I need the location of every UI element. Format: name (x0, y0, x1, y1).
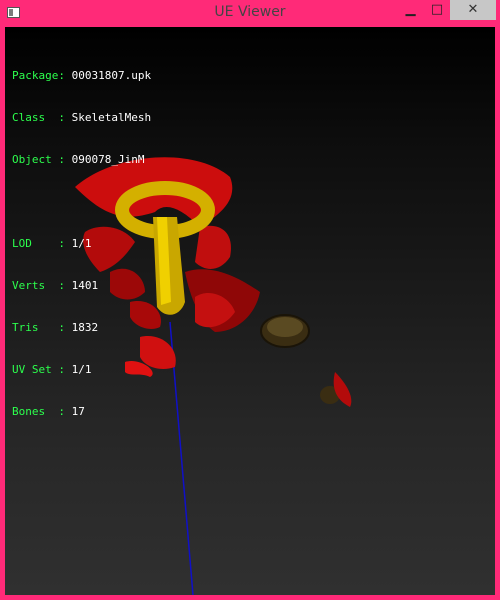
mesh-info-panel: Package: 00031807.upk Class : SkeletalMe… (12, 41, 151, 447)
uvset-value: 1/1 (71, 363, 92, 376)
maximize-button[interactable]: □ (424, 0, 450, 20)
tris-label: Tris : (12, 321, 65, 334)
class-value: SkeletalMesh (71, 111, 152, 124)
verts-label: Verts : (12, 279, 65, 292)
3d-viewport[interactable]: Package: 00031807.upk Class : SkeletalMe… (5, 27, 495, 595)
petal-right (195, 225, 231, 269)
minimize-button[interactable]: ▁ (397, 0, 424, 20)
info-row-bones: Bones : 17 (12, 405, 151, 419)
info-row-package: Package: 00031807.upk (12, 69, 151, 83)
title-bar[interactable]: UE Viewer ▁ □ ✕ (0, 0, 500, 27)
uvset-label: UV Set : (12, 363, 65, 376)
lod-value: 1/1 (71, 237, 92, 250)
package-value: 00031807.upk (71, 69, 152, 82)
class-label: Class : (12, 111, 65, 124)
info-row-tris: Tris : 1832 (12, 321, 151, 335)
info-row-verts: Verts : 1401 (12, 279, 151, 293)
bones-value: 17 (71, 405, 85, 418)
package-label: Package: (12, 69, 65, 82)
seed-disc-top (267, 317, 303, 337)
bones-label: Bones : (12, 405, 65, 418)
tris-value: 1832 (71, 321, 99, 334)
object-value: 090078_JinM (71, 153, 145, 166)
close-button[interactable]: ✕ (450, 0, 496, 20)
info-row-object: Object : 090078_JinM (12, 153, 151, 167)
object-label: Object : (12, 153, 65, 166)
info-row-class: Class : SkeletalMesh (12, 111, 151, 125)
lod-label: LOD : (12, 237, 65, 250)
verts-value: 1401 (71, 279, 99, 292)
app-window: UE Viewer ▁ □ ✕ Package: 00031807.upk Cl… (0, 0, 500, 600)
info-row-uvset: UV Set : 1/1 (12, 363, 151, 377)
info-row-lod: LOD : 1/1 (12, 237, 151, 251)
